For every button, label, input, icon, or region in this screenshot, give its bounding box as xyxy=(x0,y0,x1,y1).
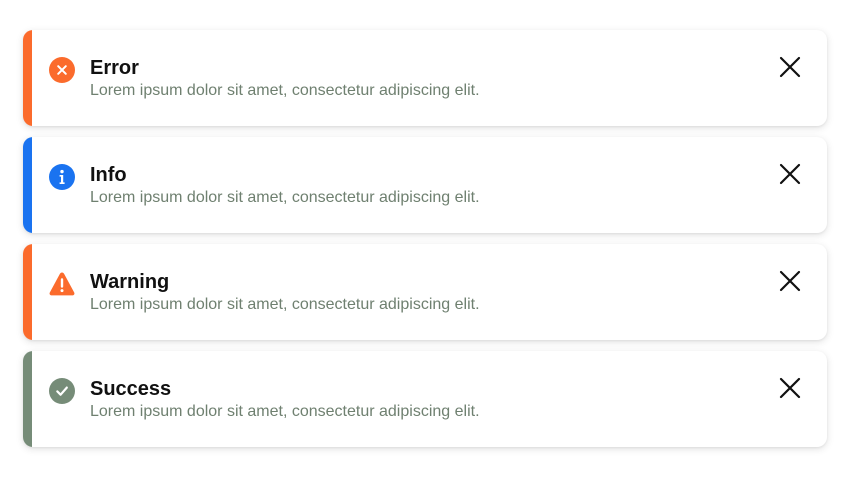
toast-accent-bar xyxy=(23,30,32,126)
close-button[interactable] xyxy=(777,161,803,187)
warning-triangle-icon xyxy=(49,271,75,297)
toast-success: Success Lorem ipsum dolor sit amet, cons… xyxy=(23,351,827,447)
toast-accent-bar xyxy=(23,244,32,340)
close-icon xyxy=(779,163,801,185)
close-button[interactable] xyxy=(777,375,803,401)
toast-info: Info Lorem ipsum dolor sit amet, consect… xyxy=(23,137,827,233)
toast-title: Warning xyxy=(90,271,170,293)
toast-message: Lorem ipsum dolor sit amet, consectetur … xyxy=(90,189,480,206)
close-button[interactable] xyxy=(777,54,803,80)
close-button[interactable] xyxy=(777,268,803,294)
toast-title: Success xyxy=(90,378,172,400)
toast-title: Info xyxy=(90,164,127,186)
close-icon xyxy=(779,56,801,78)
toast-error: Error Lorem ipsum dolor sit amet, consec… xyxy=(23,30,827,126)
toast-title: Error xyxy=(90,57,139,79)
check-circle-icon xyxy=(49,378,75,404)
toast-stack: Error Lorem ipsum dolor sit amet, consec… xyxy=(23,30,827,458)
close-icon xyxy=(779,270,801,292)
info-circle-icon xyxy=(49,164,75,190)
toast-accent-bar xyxy=(23,137,32,233)
toast-message: Lorem ipsum dolor sit amet, consectetur … xyxy=(90,403,480,420)
error-x-circle-icon xyxy=(49,57,75,83)
toast-warning: Warning Lorem ipsum dolor sit amet, cons… xyxy=(23,244,827,340)
toast-message: Lorem ipsum dolor sit amet, consectetur … xyxy=(90,82,480,99)
toast-message: Lorem ipsum dolor sit amet, consectetur … xyxy=(90,296,480,313)
toast-accent-bar xyxy=(23,351,32,447)
close-icon xyxy=(779,377,801,399)
